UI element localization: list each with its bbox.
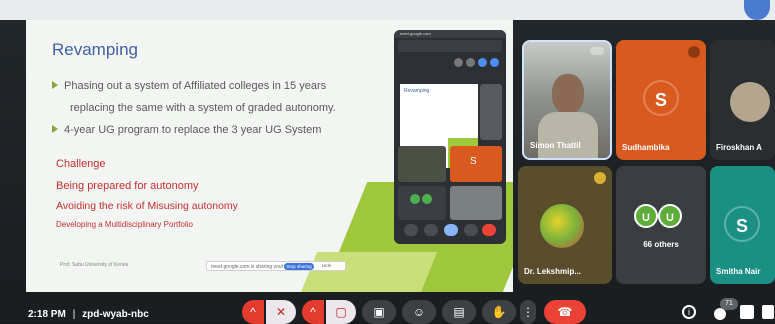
info-icon: i [688,307,690,317]
camera-options-button[interactable]: ^ [302,300,324,324]
inset-cam-button[interactable] [424,224,438,236]
phone-hangup-icon: ☎ [557,305,573,319]
meeting-details-button[interactable]: i [682,305,696,319]
bullet-arrow-icon [52,81,58,89]
inset-control-icon[interactable] [490,58,499,67]
more-options-button[interactable]: ⋮ [520,300,536,324]
inset-end-call-button[interactable] [482,224,496,236]
participant-count-badge: 71 [720,298,738,310]
participant-name: Simon Thattil [530,141,581,150]
hand-icon: ✋ [491,305,507,319]
inset-share-button[interactable] [444,224,458,236]
participant-tile-smitha[interactable]: S Smitha Nair [710,166,775,284]
slide-title: Revamping [52,40,138,59]
participant-tile-others[interactable]: U U 66 others [616,166,706,284]
inset-control-icon[interactable] [466,58,475,67]
participant-face [552,74,584,114]
avatar [730,82,770,122]
participant-tile-simon[interactable]: Simon Thattil [522,40,612,160]
chevron-up-icon: ^ [310,305,316,319]
slide-challenge-item: Avoiding the risk of Misusing autonomy [56,200,238,212]
slide-challenge-item: Developing a Multidisciplinary Portfolio [56,220,193,229]
people-button[interactable]: 71 [708,298,738,322]
inset-mic-button[interactable] [404,224,418,236]
camera-off-icon: ▢ [335,305,347,319]
more-vert-icon: ⋮ [522,305,534,319]
slide-footer: Prof. Sabu University of Kerala [60,262,129,268]
slide-bullet: 4-year UG program to replace the 3 year … [52,124,321,136]
avatar: S [724,206,760,242]
inset-tile-others [398,186,446,220]
inset-url-bar: meet.google.com [394,30,506,38]
avatar: U [658,204,682,228]
stop-sharing-button[interactable]: Stop sharing [284,263,314,270]
avatar [540,204,584,248]
participant-tile-lekshmi[interactable]: Dr. Lekshmip... [518,166,612,284]
participant-name: 66 others [643,240,679,249]
participant-name: Dr. Lekshmip... [524,267,581,276]
activities-button[interactable] [762,305,774,319]
avatar: U [634,204,658,228]
participant-name: Firoskhan A [716,143,762,152]
present-screen-icon: ▣ [373,305,385,319]
chat-button[interactable] [740,305,754,319]
top-bar [0,0,775,20]
slide-decoration-light [288,252,438,292]
inset-slide-title: Revamping [404,88,430,94]
camera-toggle-button[interactable]: ▢ [326,300,356,324]
participant-name: Smitha Nair [716,267,761,276]
more-options-icon[interactable] [590,47,604,55]
inset-toolbar [454,58,500,68]
slide-bullet: Phasing out a system of Affiliated colle… [52,80,326,92]
mic-off-icon [594,172,606,184]
mic-options-button[interactable]: ^ [242,300,264,324]
mic-off-icon [688,46,700,58]
raise-hand-button[interactable]: ✋ [482,300,516,324]
reactions-button[interactable]: ☺ [402,300,436,324]
bullet-text: 4-year UG program to replace the 3 year … [64,124,322,136]
meeting-code: zpd-wyab-nbc [82,309,149,320]
slide-bullet-continued: replacing the same with a system of grad… [70,102,336,114]
present-button[interactable]: ▣ [362,300,396,324]
chevron-up-icon: ^ [250,305,256,319]
participant-body [538,112,598,158]
slide-challenge-heading: Challenge [56,158,106,170]
participant-tile-firoskhan[interactable]: Firoskhan A [710,40,775,160]
mic-off-icon: ✕ [275,305,287,319]
end-call-button[interactable]: ☎ [544,300,586,324]
slide-challenge-item: Being prepared for autonomy [56,180,199,192]
inset-more-button[interactable] [464,224,478,236]
meeting-time: 2:18 PM [28,309,66,320]
separator: | [72,309,76,320]
inset-header [398,40,502,52]
bullet-arrow-icon [52,125,58,133]
meeting-info: 2:18 PM | zpd-wyab-nbc [28,309,149,320]
participant-tile-sudhambika[interactable]: S Sudhambika [616,40,706,160]
inset-tile-sudhambika: S [450,146,502,182]
participant-name: Sudhambika [622,143,670,152]
inset-control-icon[interactable] [478,58,487,67]
hide-share-button[interactable]: Hide [322,263,331,268]
inset-tile-video [450,186,502,220]
captions-icon: ▤ [453,305,465,319]
emoji-icon: ☺ [412,305,426,319]
inset-thumb-video [480,84,502,140]
presenter-inset-view: meet.google.com Revamping S [394,30,506,244]
inset-tile-firoskhan [398,146,446,182]
bullet-text: Phasing out a system of Affiliated colle… [64,80,327,92]
inset-control-icon[interactable] [454,58,463,67]
avatar: S [643,80,679,116]
mic-toggle-button[interactable]: ✕ [266,300,296,324]
captions-button[interactable]: ▤ [442,300,476,324]
